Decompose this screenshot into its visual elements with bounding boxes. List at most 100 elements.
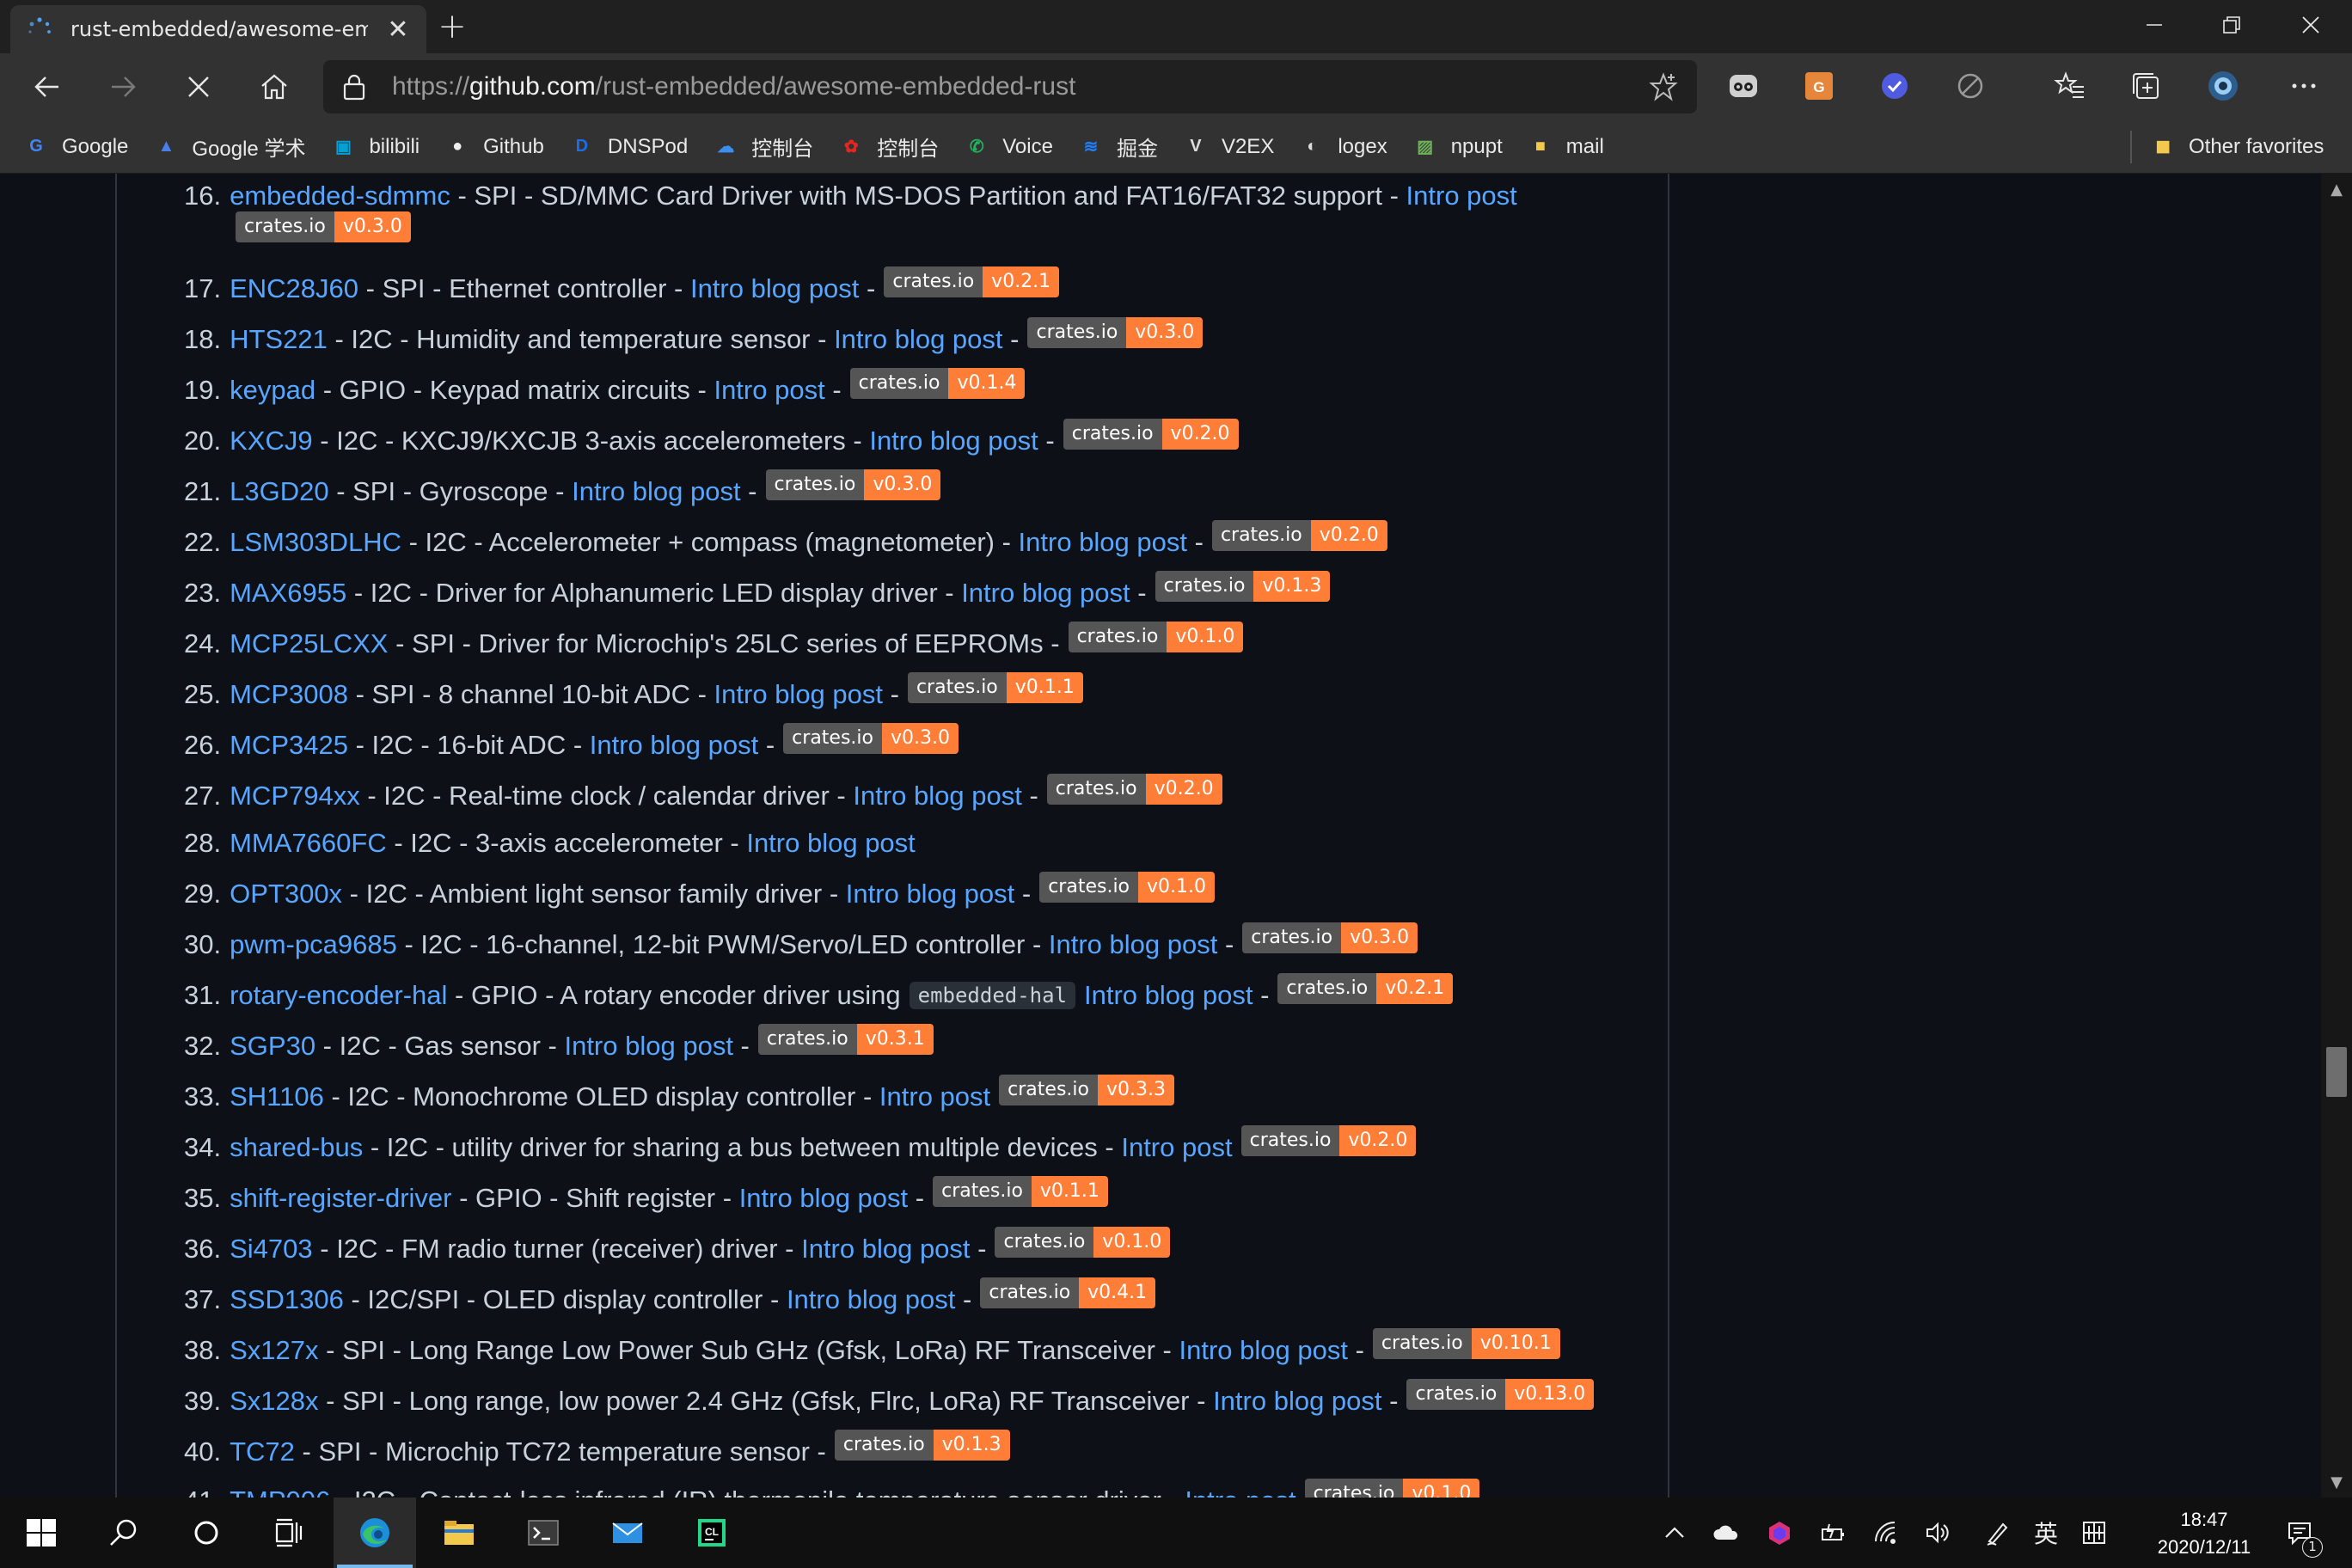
crates-io-version-badge[interactable]: crates.io v0.1.3 bbox=[834, 1430, 1010, 1461]
blog-post-link[interactable]: Intro blog post bbox=[572, 476, 740, 507]
blog-post-link[interactable]: Intro blog post bbox=[846, 879, 1014, 910]
address-bar[interactable]: https://github.com/rust-embedded/awesome… bbox=[323, 60, 1697, 113]
crate-link[interactable]: SGP30 bbox=[230, 1031, 315, 1062]
crates-io-version-badge[interactable]: crates.io v0.2.1 bbox=[1277, 973, 1454, 1004]
crate-link[interactable]: ENC28J60 bbox=[230, 273, 358, 304]
more-options-icon[interactable] bbox=[2285, 67, 2323, 105]
crate-link[interactable]: shift-register-driver bbox=[230, 1183, 451, 1214]
crates-io-version-badge[interactable]: crates.io v0.3.0 bbox=[1242, 922, 1418, 953]
blog-post-link[interactable]: Intro blog post bbox=[1213, 1386, 1381, 1417]
onedrive-icon[interactable] bbox=[1702, 1498, 1750, 1568]
battery-icon[interactable] bbox=[1809, 1498, 1857, 1568]
crates-io-version-badge[interactable]: crates.io v0.1.4 bbox=[849, 368, 1026, 399]
crates-io-version-badge[interactable]: crates.io v0.1.1 bbox=[907, 672, 1083, 703]
extension-translate-icon[interactable]: G bbox=[1800, 67, 1838, 105]
scroll-down-arrow-icon[interactable]: ▼ bbox=[2328, 1473, 2345, 1491]
crate-link[interactable]: TMP006 bbox=[230, 1485, 330, 1498]
crates-io-version-badge[interactable]: crates.io v0.10.1 bbox=[1372, 1328, 1560, 1359]
blog-post-link[interactable]: Intro blog post bbox=[787, 1284, 955, 1315]
back-button[interactable] bbox=[22, 62, 72, 112]
notification-center-icon[interactable]: 1 bbox=[2269, 1498, 2330, 1568]
crate-link[interactable]: MCP3425 bbox=[230, 730, 348, 761]
task-view-icon[interactable] bbox=[248, 1498, 330, 1568]
crates-io-version-badge[interactable]: crates.io v0.4.1 bbox=[980, 1277, 1156, 1308]
crates-io-version-badge[interactable]: crates.io v0.3.0 bbox=[1027, 317, 1204, 348]
wifi-icon[interactable] bbox=[1862, 1498, 1910, 1568]
crates-io-version-badge[interactable]: crates.io v0.1.0 bbox=[1304, 1479, 1480, 1498]
bookmark-item[interactable]: ▨ npupt bbox=[1412, 133, 1503, 161]
crate-link[interactable]: Sx128x bbox=[230, 1386, 318, 1417]
favorites-icon[interactable] bbox=[2051, 67, 2089, 105]
blog-post-link[interactable]: Intro blog post bbox=[690, 273, 859, 304]
ime-mode-icon[interactable] bbox=[2070, 1498, 2118, 1568]
blog-post-link[interactable]: Intro blog post bbox=[869, 426, 1038, 456]
home-button[interactable] bbox=[249, 62, 299, 112]
edge-taskbar-icon[interactable] bbox=[334, 1498, 416, 1568]
vertical-scrollbar[interactable] bbox=[2321, 174, 2352, 1498]
bookmark-item[interactable]: ✆ Voice bbox=[963, 133, 1053, 161]
crates-io-version-badge[interactable]: crates.io v0.1.0 bbox=[1039, 872, 1216, 903]
blog-post-link[interactable]: Intro post bbox=[879, 1081, 990, 1112]
crate-link[interactable]: MCP794xx bbox=[230, 781, 360, 812]
clion-icon[interactable]: CL bbox=[671, 1498, 753, 1568]
blog-post-link[interactable]: Intro blog post bbox=[1179, 1335, 1348, 1366]
crates-io-version-badge[interactable]: crates.io v0.2.0 bbox=[1046, 774, 1222, 805]
minimize-button[interactable] bbox=[2116, 0, 2192, 50]
input-language-indicator[interactable]: 英 bbox=[2022, 1498, 2070, 1568]
stop-loading-button[interactable] bbox=[174, 62, 224, 112]
volume-icon[interactable] bbox=[1914, 1498, 1962, 1568]
crates-io-version-badge[interactable]: crates.io v0.2.0 bbox=[1240, 1125, 1417, 1156]
crate-link[interactable]: MCP3008 bbox=[230, 679, 348, 710]
bookmark-item[interactable]: ≋ 掘金 bbox=[1077, 132, 1158, 162]
blog-post-link[interactable]: Intro blog post bbox=[1084, 980, 1253, 1011]
cortana-icon[interactable] bbox=[165, 1498, 248, 1568]
crate-link[interactable]: HTS221 bbox=[230, 324, 328, 355]
url-text[interactable]: https://github.com/rust-embedded/awesome… bbox=[392, 72, 1075, 101]
forward-button[interactable] bbox=[98, 62, 148, 112]
extension-check-icon[interactable] bbox=[1876, 67, 1914, 105]
crate-link[interactable]: L3GD20 bbox=[230, 476, 328, 507]
crates-io-version-badge[interactable]: crates.io v0.1.0 bbox=[995, 1227, 1171, 1258]
blog-post-link[interactable]: Intro post bbox=[1185, 1485, 1295, 1498]
crate-link[interactable]: SSD1306 bbox=[230, 1284, 344, 1315]
restore-button[interactable] bbox=[2194, 0, 2269, 50]
new-tab-button[interactable]: + bbox=[435, 7, 469, 46]
crates-io-version-badge[interactable]: crates.io v0.3.0 bbox=[236, 211, 411, 242]
profile-avatar[interactable] bbox=[2204, 67, 2242, 105]
crates-io-version-badge[interactable]: crates.io v0.3.1 bbox=[757, 1024, 934, 1055]
crate-link[interactable]: TC72 bbox=[230, 1436, 295, 1467]
blog-post-link[interactable]: Intro blog post bbox=[1049, 929, 1217, 960]
lock-icon[interactable] bbox=[342, 73, 366, 101]
blog-post-link[interactable]: Intro blog post bbox=[801, 1234, 970, 1265]
app-tray-icon[interactable] bbox=[1755, 1498, 1804, 1568]
mail-icon[interactable] bbox=[586, 1498, 669, 1568]
blog-post-link[interactable]: Intro blog post bbox=[746, 828, 915, 859]
blog-post-link[interactable]: Intro blog post bbox=[853, 781, 1021, 812]
bookmark-item[interactable]: ● Github bbox=[444, 133, 544, 161]
crates-io-version-badge[interactable]: crates.io v0.13.0 bbox=[1406, 1379, 1595, 1410]
scrollbar-thumb[interactable] bbox=[2326, 1047, 2347, 1097]
crate-link[interactable]: shared-bus bbox=[230, 1132, 363, 1163]
crate-link[interactable]: MCP25LCXX bbox=[230, 628, 388, 659]
crates-io-version-badge[interactable]: crates.io v0.3.0 bbox=[765, 469, 941, 500]
crates-io-version-badge[interactable]: crates.io v0.2.0 bbox=[1211, 520, 1387, 551]
bookmark-item[interactable]: ✿ 控制台 bbox=[837, 132, 939, 162]
other-favorites-button[interactable]: ■ Other favorites bbox=[2149, 120, 2324, 174]
blog-post-link[interactable]: Intro blog post bbox=[961, 578, 1130, 609]
bookmark-item[interactable]: ▣ bilibili bbox=[329, 133, 420, 161]
crates-io-version-badge[interactable]: crates.io v0.1.3 bbox=[1155, 571, 1331, 602]
blog-post-link[interactable]: Intro post bbox=[714, 375, 824, 406]
blog-post-link[interactable]: Intro blog post bbox=[1019, 527, 1187, 558]
crate-link[interactable]: keypad bbox=[230, 375, 315, 406]
crate-link[interactable]: pwm-pca9685 bbox=[230, 929, 397, 960]
crate-link[interactable]: Si4703 bbox=[230, 1234, 313, 1265]
crate-link[interactable]: KXCJ9 bbox=[230, 426, 312, 456]
bookmark-item[interactable]: ■ mail bbox=[1527, 133, 1604, 161]
scroll-up-arrow-icon[interactable]: ▲ bbox=[2328, 181, 2345, 199]
crate-link[interactable]: LSM303DLHC bbox=[230, 527, 401, 558]
bookmark-item[interactable]: ◐ logex bbox=[1298, 133, 1387, 161]
crate-link[interactable]: embedded-sdmmc bbox=[230, 181, 450, 211]
crates-io-version-badge[interactable]: crates.io v0.1.0 bbox=[1068, 622, 1244, 652]
terminal-icon[interactable] bbox=[502, 1498, 585, 1568]
favorite-star-icon[interactable] bbox=[1649, 72, 1678, 101]
